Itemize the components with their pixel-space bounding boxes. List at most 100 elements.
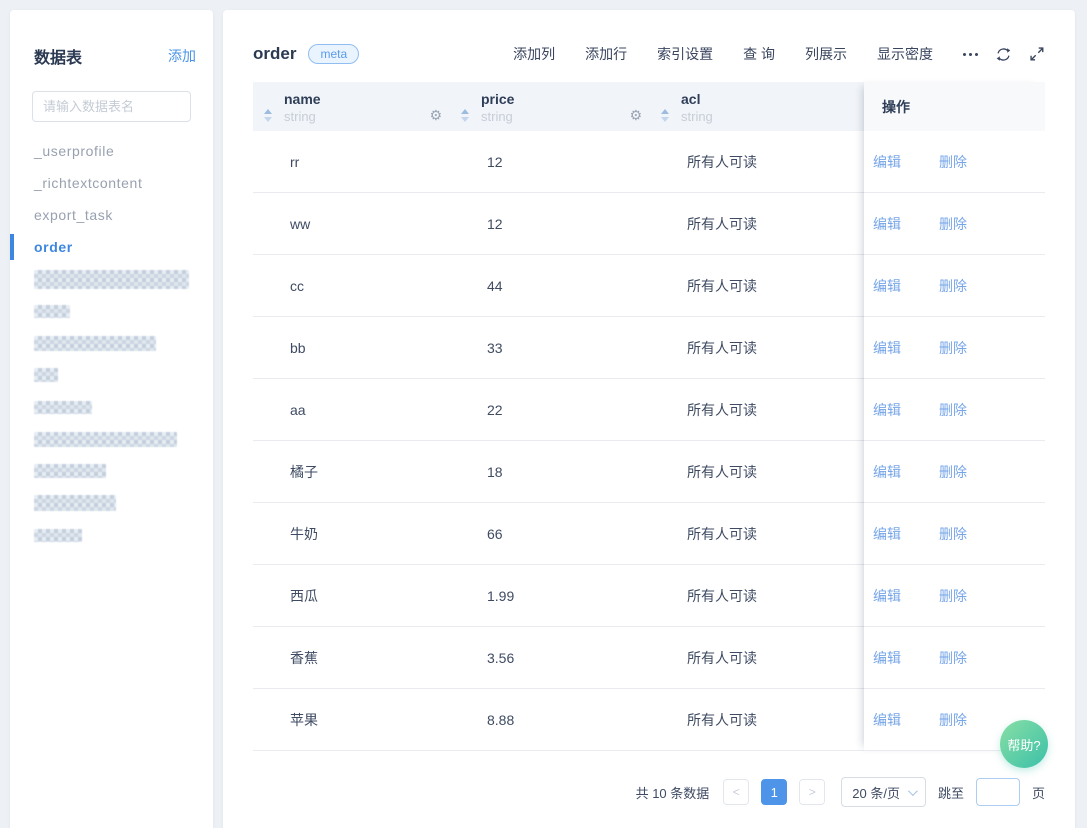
edit-link[interactable]: 编辑 bbox=[873, 338, 901, 358]
toolbar-button[interactable]: 显示密度 bbox=[877, 44, 933, 64]
cell-price: 8.88 bbox=[450, 712, 650, 728]
cell-acl: 所有人可读 bbox=[650, 710, 864, 730]
toolbar-icons bbox=[963, 46, 1045, 63]
edit-link[interactable]: 编辑 bbox=[873, 710, 901, 730]
column-name: name bbox=[284, 92, 429, 107]
sidebar-item-order[interactable]: order bbox=[10, 231, 213, 263]
edit-link[interactable]: 编辑 bbox=[873, 524, 901, 544]
page-size-select[interactable]: 20 条/页 bbox=[841, 777, 926, 807]
sidebar-item-redacted[interactable] bbox=[10, 263, 213, 295]
cell-name: cc bbox=[253, 278, 450, 294]
delete-link[interactable]: 删除 bbox=[939, 710, 967, 730]
edit-link[interactable]: 编辑 bbox=[873, 462, 901, 482]
delete-link[interactable]: 删除 bbox=[939, 338, 967, 358]
sidebar-item-redacted[interactable] bbox=[10, 327, 213, 359]
toolbar: 添加列 添加行 索引设置 查 询 列展示 显示密度 bbox=[513, 44, 1045, 64]
toolbar-button[interactable]: 列展示 bbox=[805, 44, 847, 64]
sort-icon[interactable] bbox=[264, 109, 272, 124]
edit-link[interactable]: 编辑 bbox=[873, 152, 901, 172]
cell-price: 44 bbox=[450, 278, 650, 294]
meta-badge[interactable]: meta bbox=[308, 44, 359, 64]
actions-row: 编辑 删除 bbox=[864, 627, 1045, 689]
edit-link[interactable]: 编辑 bbox=[873, 586, 901, 606]
cell-price: 33 bbox=[450, 340, 650, 356]
delete-link[interactable]: 删除 bbox=[939, 524, 967, 544]
cell-acl: 所有人可读 bbox=[650, 648, 864, 668]
toolbar-button[interactable]: 添加行 bbox=[585, 44, 627, 64]
cell-acl: 所有人可读 bbox=[650, 586, 864, 606]
sidebar-item-label: order bbox=[34, 239, 73, 255]
cell-price: 18 bbox=[450, 464, 650, 480]
delete-link[interactable]: 删除 bbox=[939, 152, 967, 172]
redacted-text bbox=[34, 432, 177, 447]
toolbar-button[interactable]: 查 询 bbox=[743, 44, 775, 64]
delete-link[interactable]: 删除 bbox=[939, 276, 967, 296]
gear-icon[interactable]: ⚙ bbox=[429, 109, 442, 124]
edit-link[interactable]: 编辑 bbox=[873, 400, 901, 420]
cell-name: 苹果 bbox=[253, 710, 450, 730]
table-search-input[interactable] bbox=[32, 91, 191, 122]
column-name: price bbox=[481, 92, 629, 107]
next-page-button[interactable]: > bbox=[799, 779, 825, 805]
cell-price: 12 bbox=[450, 154, 650, 170]
actions-fixed-column: 操作 编辑删除编辑删除编辑删除编辑删除编辑删除编辑删除编辑删除编辑删除编辑删除编… bbox=[864, 82, 1045, 751]
cell-acl: 所有人可读 bbox=[650, 338, 864, 358]
cell-name: 香蕉 bbox=[253, 648, 450, 668]
redacted-text bbox=[34, 495, 116, 511]
page-unit-label: 页 bbox=[1032, 783, 1045, 802]
expand-icon[interactable] bbox=[1029, 46, 1045, 62]
sidebar-item-redacted[interactable] bbox=[10, 519, 213, 551]
jump-to-input[interactable] bbox=[976, 778, 1020, 806]
sidebar-item-label: export_task bbox=[34, 207, 113, 223]
delete-link[interactable]: 删除 bbox=[939, 214, 967, 234]
total-count-label: 共 10 条数据 bbox=[636, 783, 710, 802]
delete-link[interactable]: 删除 bbox=[939, 648, 967, 668]
sidebar-item-redacted[interactable] bbox=[10, 487, 213, 519]
redacted-text bbox=[34, 336, 156, 351]
cell-acl: 所有人可读 bbox=[650, 462, 864, 482]
data-table-panel: order meta 添加列 添加行 索引设置 查 询 列展示 显示密度 bbox=[223, 10, 1075, 828]
sidebar-item-_userprofile[interactable]: _userprofile bbox=[10, 135, 213, 167]
cell-acl: 所有人可读 bbox=[650, 214, 864, 234]
sidebar-item-redacted[interactable] bbox=[10, 423, 213, 455]
redacted-text bbox=[34, 305, 70, 318]
sidebar-item-redacted[interactable] bbox=[10, 359, 213, 391]
actions-row: 编辑 删除 bbox=[864, 131, 1045, 193]
cell-name: 西瓜 bbox=[253, 586, 450, 606]
sort-icon[interactable] bbox=[461, 109, 469, 124]
table-list: _userprofile _richtextcontent export_tasko… bbox=[10, 135, 213, 551]
toolbar-button[interactable]: 索引设置 bbox=[657, 44, 713, 64]
sidebar-item-redacted[interactable] bbox=[10, 455, 213, 487]
actions-row: 编辑 删除 bbox=[864, 193, 1045, 255]
data-table: namestring⚙pricestring⚙aclstring rr12所有人… bbox=[253, 82, 1045, 751]
sidebar-item-_richtextcontent[interactable]: _richtextcontent bbox=[10, 167, 213, 199]
toolbar-button[interactable]: 添加列 bbox=[513, 44, 555, 64]
help-button[interactable]: 帮助? bbox=[1000, 720, 1048, 768]
sidebar-item-redacted[interactable] bbox=[10, 391, 213, 423]
cell-acl: 所有人可读 bbox=[650, 400, 864, 420]
gear-icon[interactable]: ⚙ bbox=[629, 109, 642, 124]
redacted-text bbox=[34, 270, 189, 289]
sidebar-item-redacted[interactable] bbox=[10, 295, 213, 327]
edit-link[interactable]: 编辑 bbox=[873, 276, 901, 296]
more-icon[interactable] bbox=[963, 53, 978, 56]
delete-link[interactable]: 删除 bbox=[939, 462, 967, 482]
sidebar-header: 数据表 添加 bbox=[10, 10, 213, 68]
add-table-button[interactable]: 添加 bbox=[168, 46, 196, 66]
sidebar-item-label: _richtextcontent bbox=[34, 175, 142, 191]
refresh-icon[interactable] bbox=[995, 46, 1012, 63]
column-type: string bbox=[481, 109, 629, 124]
page-title: order bbox=[253, 44, 296, 64]
redacted-text bbox=[34, 368, 58, 382]
prev-page-button[interactable]: < bbox=[723, 779, 749, 805]
cell-acl: 所有人可读 bbox=[650, 152, 864, 172]
edit-link[interactable]: 编辑 bbox=[873, 648, 901, 668]
cell-name: 橘子 bbox=[253, 462, 450, 482]
jump-to-label: 跳至 bbox=[938, 783, 964, 802]
edit-link[interactable]: 编辑 bbox=[873, 214, 901, 234]
sort-icon[interactable] bbox=[661, 109, 669, 124]
delete-link[interactable]: 删除 bbox=[939, 400, 967, 420]
sidebar-item-export_task[interactable]: export_task bbox=[10, 199, 213, 231]
delete-link[interactable]: 删除 bbox=[939, 586, 967, 606]
page-1-button[interactable]: 1 bbox=[761, 779, 787, 805]
